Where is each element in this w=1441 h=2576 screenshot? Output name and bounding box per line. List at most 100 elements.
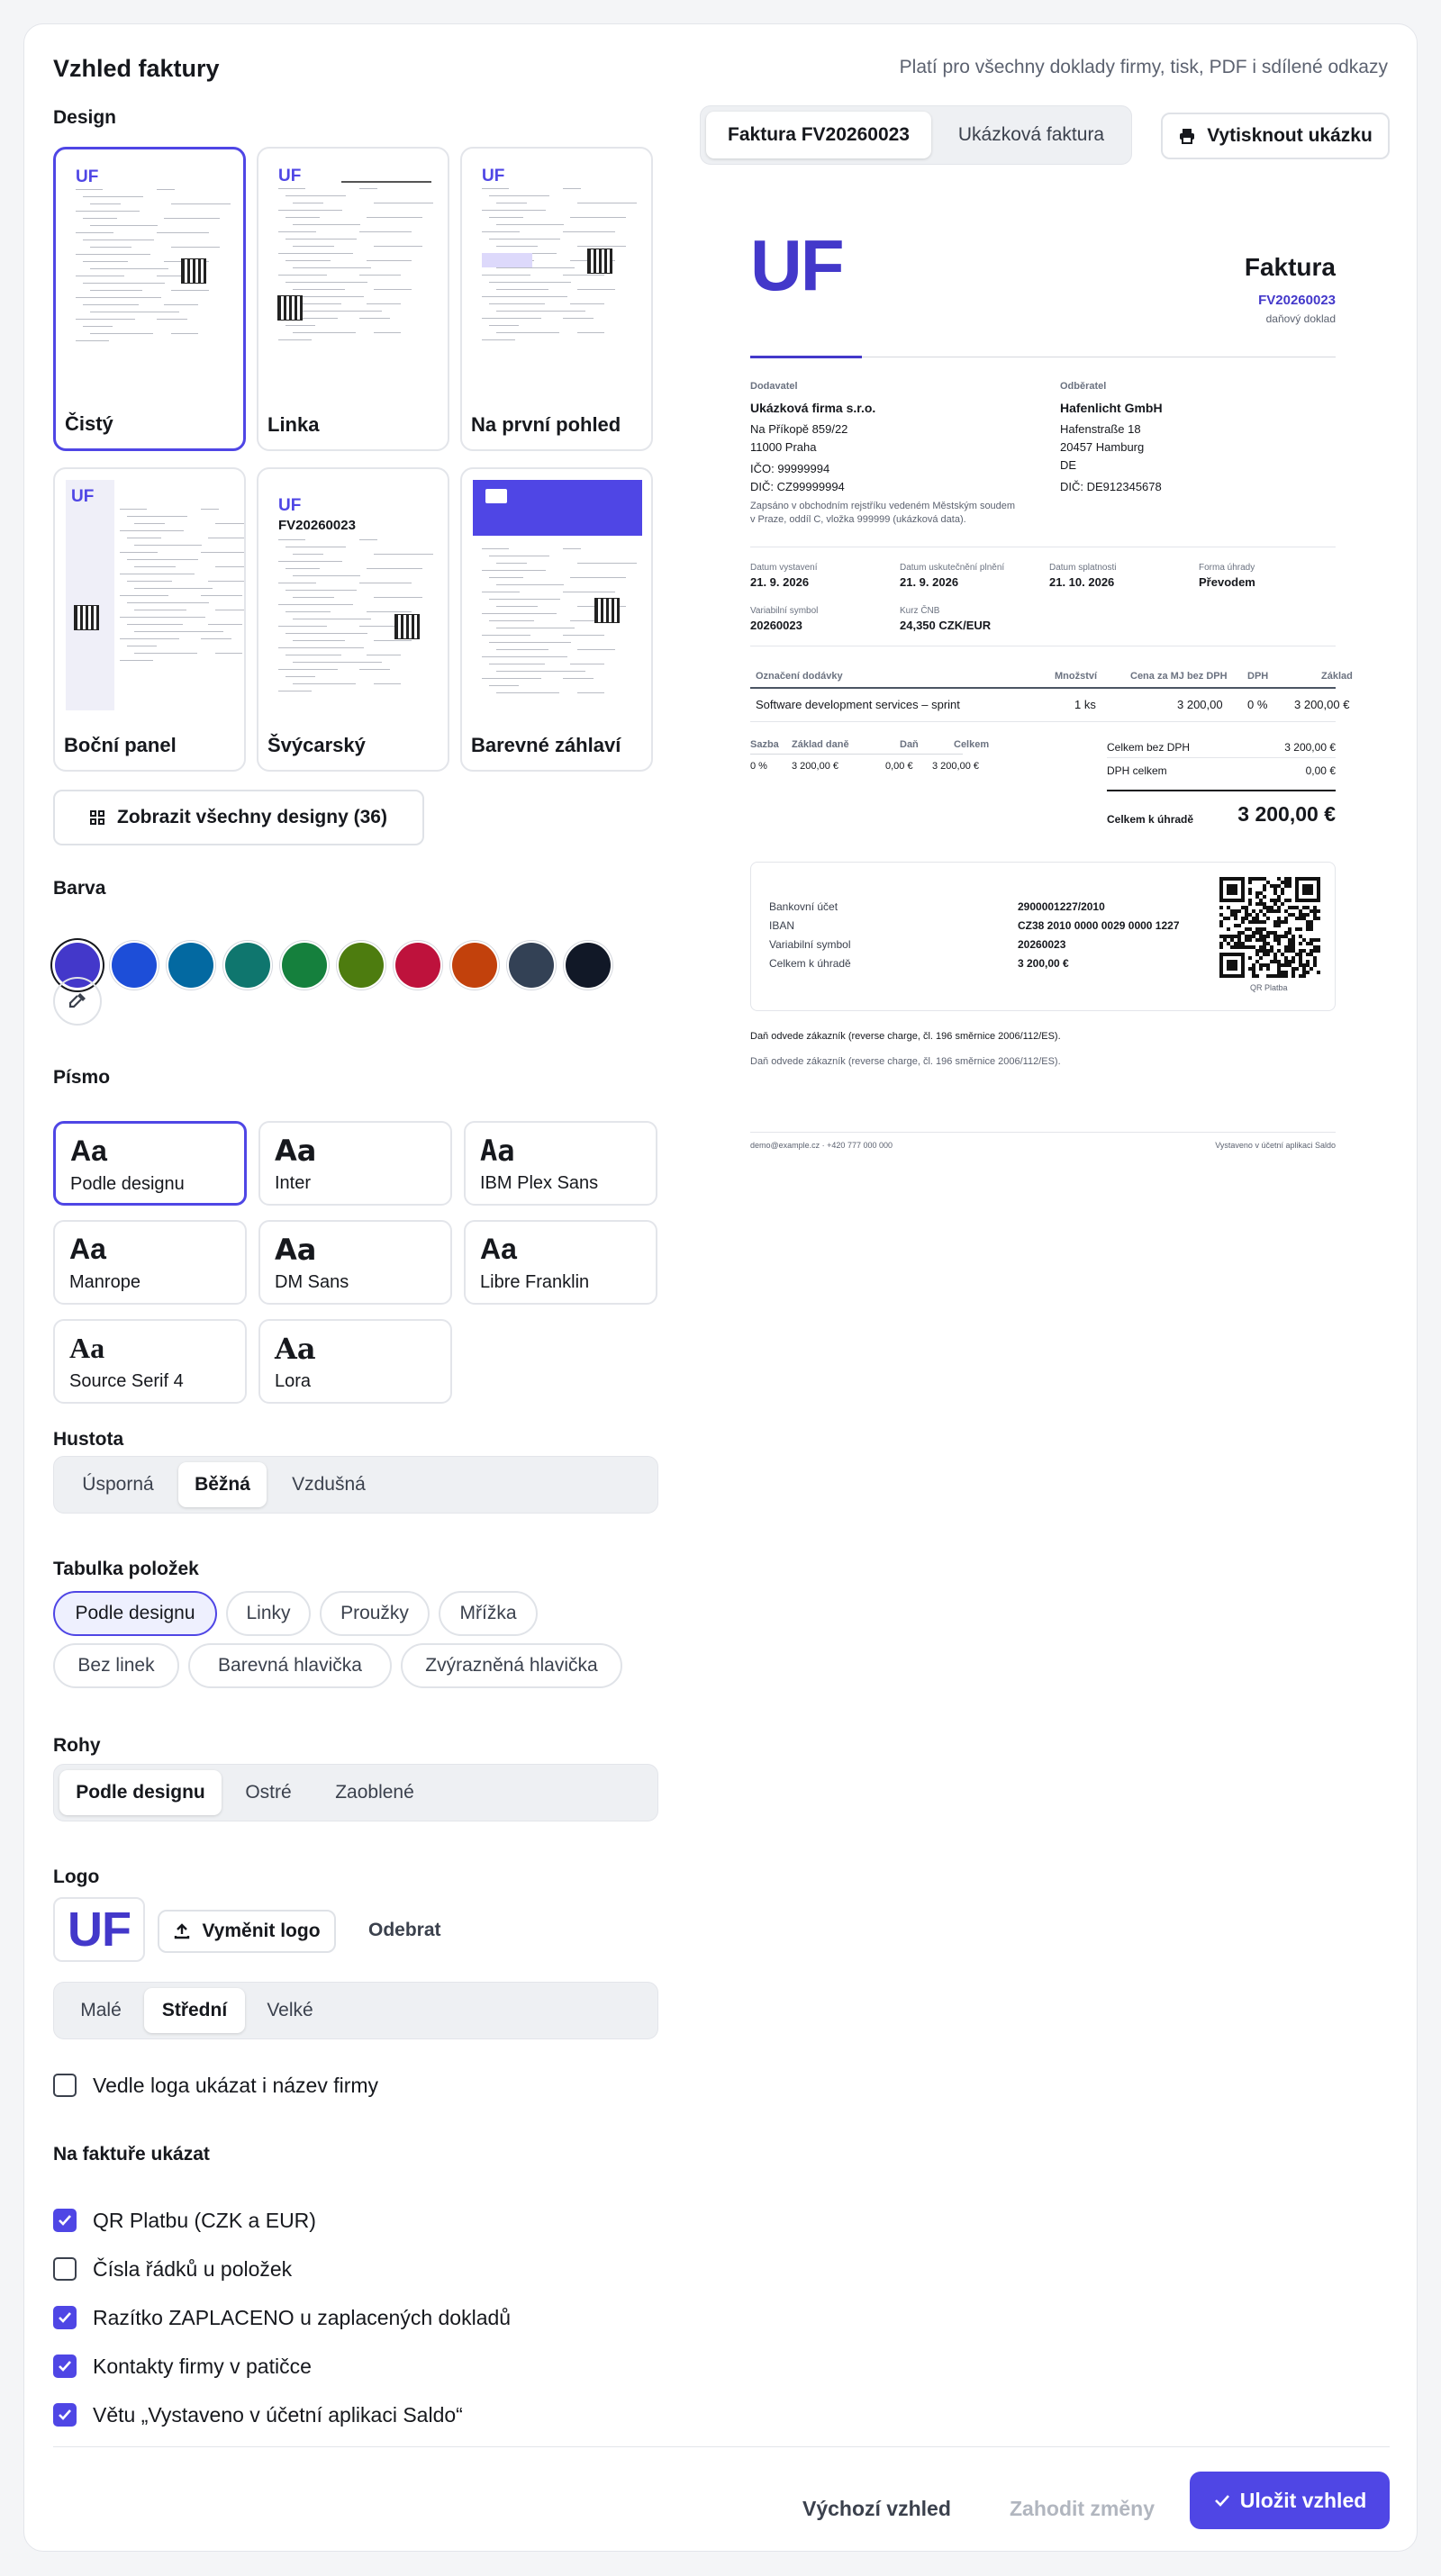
save-appearance-button[interactable]: Uložit vzhled <box>1190 2472 1390 2529</box>
item-name: Software development services – sprint <box>756 698 960 711</box>
check-icon <box>1214 2495 1229 2507</box>
corners-option-zaoblene[interactable]: Zaoblené <box>315 1770 434 1815</box>
font-name: Manrope <box>69 1272 140 1292</box>
color-swatch-2[interactable] <box>112 943 157 988</box>
logo-size-small[interactable]: Malé <box>59 1988 142 2033</box>
col-vat: DPH <box>1247 671 1269 682</box>
design-tile-label: Čistý <box>65 412 113 435</box>
table-option-linky[interactable]: Linky <box>226 1591 311 1636</box>
design-tile-label: Švýcarský <box>267 734 366 756</box>
customer-dic: DIČ: DE912345678 <box>1060 480 1162 493</box>
font-option-7[interactable]: Aa Source Serif 4 <box>53 1319 247 1404</box>
meta-value: 24,350 CZK/EUR <box>900 619 992 632</box>
divider <box>1107 790 1336 791</box>
table-option-barevna-hlavicka[interactable]: Barevná hlavička <box>188 1643 392 1688</box>
font-option-1[interactable]: Aa Podle designu <box>53 1121 247 1206</box>
show-option-checkbox-5[interactable] <box>53 2403 77 2427</box>
design-tile-linka[interactable]: UF Linka <box>257 147 449 451</box>
item-base: 3 200,00 € <box>1294 698 1350 711</box>
grid-icon <box>90 810 105 825</box>
design-tile-bocni-panel[interactable]: UF Boční panel <box>53 467 246 772</box>
corners-option-ostre[interactable]: Ostré <box>223 1770 313 1815</box>
design-tile-svycarsky[interactable]: UF FV20260023 Švýcarský <box>257 467 449 772</box>
density-option-usporna[interactable]: Úsporná <box>59 1462 177 1507</box>
table-option-mrizka[interactable]: Mřížka <box>439 1591 538 1636</box>
color-swatch-7[interactable] <box>395 943 440 988</box>
color-swatch-8[interactable] <box>452 943 497 988</box>
meta-value: 20260023 <box>750 619 802 632</box>
design-thumbnail: UF <box>269 159 439 390</box>
color-swatch-6[interactable] <box>339 943 384 988</box>
sum-net-value: 3 200,00 € <box>1284 741 1336 754</box>
customer-street: Hafenstraße 18 <box>1060 422 1141 436</box>
color-swatch-3[interactable] <box>168 943 213 988</box>
sum-vat-label: DPH celkem <box>1107 764 1167 777</box>
meta-label: Datum splatnosti <box>1049 563 1117 573</box>
payment-label: Variabilní symbol <box>769 938 851 951</box>
table-option-podle-designu[interactable]: Podle designu <box>53 1591 217 1636</box>
font-option-8[interactable]: Aa Lora <box>258 1319 452 1404</box>
invoice-logo: UF <box>750 225 845 305</box>
table-option-prouzky[interactable]: Proužky <box>320 1591 430 1636</box>
density-option-vzdusna[interactable]: Vzdušná <box>270 1462 387 1507</box>
show-option-checkbox-1[interactable] <box>53 2209 77 2232</box>
show-all-designs-button[interactable]: Zobrazit všechny designy (36) <box>53 790 424 845</box>
design-thumbnail: UF <box>473 159 642 390</box>
color-swatch-4[interactable] <box>225 943 270 988</box>
show-company-name-checkbox[interactable] <box>53 2074 77 2097</box>
supplier-city: 11000 Praha <box>750 440 817 454</box>
vat-col-base: Základ daně <box>792 739 849 750</box>
check-icon <box>59 2409 71 2420</box>
font-option-3[interactable]: Aa IBM Plex Sans <box>464 1121 657 1206</box>
vat-rate: 0 % <box>750 761 767 772</box>
show-option-checkbox-2[interactable] <box>53 2257 77 2281</box>
color-swatch-10[interactable] <box>566 943 611 988</box>
divider <box>750 721 1336 722</box>
page-subtitle: Platí pro všechny doklady firmy, tisk, P… <box>899 57 1388 77</box>
footer-divider <box>53 2446 1390 2447</box>
table-option-bez-linek[interactable]: Bez linek <box>53 1643 179 1688</box>
corners-option-podle-designu[interactable]: Podle designu <box>59 1770 222 1815</box>
eyedropper-icon <box>68 993 86 1008</box>
col-item: Označení dodávky <box>756 671 843 682</box>
font-name: IBM Plex Sans <box>480 1173 599 1193</box>
meta-value: Převodem <box>1199 575 1255 589</box>
color-swatch-5[interactable] <box>282 943 327 988</box>
payment-label: Bankovní účet <box>769 900 838 913</box>
tab-current-invoice[interactable]: Faktura FV20260023 <box>706 112 931 158</box>
corners-segmented-control: Podle designu Ostré Zaoblené <box>53 1764 658 1821</box>
show-option-checkbox-3[interactable] <box>53 2306 77 2329</box>
density-option-bezna[interactable]: Běžná <box>178 1462 267 1507</box>
density-section-label: Hustota <box>53 1429 124 1450</box>
show-option-checkbox-4[interactable] <box>53 2355 77 2378</box>
col-qty: Množství <box>1055 671 1098 682</box>
print-sample-button[interactable]: Vytisknout ukázku <box>1161 113 1390 159</box>
discard-changes-button[interactable]: Zahodit změny <box>1010 2497 1155 2521</box>
design-tile-label: Na první pohled <box>471 413 621 436</box>
color-swatch-9[interactable] <box>509 943 554 988</box>
remove-logo-link[interactable]: Odebrat <box>368 1920 441 1941</box>
font-option-2[interactable]: Aa Inter <box>258 1121 452 1206</box>
custom-color-picker[interactable] <box>53 977 102 1026</box>
logo-size-medium[interactable]: Střední <box>144 1988 245 2033</box>
item-vat: 0 % <box>1247 698 1268 711</box>
table-section-label: Tabulka položek <box>53 1559 199 1579</box>
font-option-6[interactable]: Aa Libre Franklin <box>464 1220 657 1305</box>
design-tile-na-prvni-pohled[interactable]: UF Na první pohled <box>460 147 653 451</box>
default-appearance-button[interactable]: Výchozí vzhled <box>802 2497 951 2521</box>
font-option-4[interactable]: Aa Manrope <box>53 1220 247 1305</box>
meta-label: Forma úhrady <box>1199 563 1255 573</box>
font-option-5[interactable]: Aa DM Sans <box>258 1220 452 1305</box>
total-value: 3 200,00 € <box>1237 802 1336 826</box>
customer-name: Hafenlicht GmbH <box>1060 401 1163 415</box>
replace-logo-button[interactable]: Vyměnit logo <box>158 1910 336 1953</box>
check-icon <box>59 2361 71 2372</box>
design-tile-cisty[interactable]: UF Čistý <box>53 147 246 451</box>
payment-label: Celkem k úhradě <box>769 957 851 970</box>
logo-size-large[interactable]: Velké <box>249 1988 331 2033</box>
payment-value: 3 200,00 € <box>1018 957 1069 970</box>
table-option-zvyraznena-hlavicka[interactable]: Zvýrazněná hlavička <box>401 1643 622 1688</box>
divider <box>750 754 963 755</box>
tab-sample-invoice[interactable]: Ukázková faktura <box>937 112 1126 158</box>
design-tile-barevne-zahlavi[interactable]: Barevné záhlaví <box>460 467 653 772</box>
